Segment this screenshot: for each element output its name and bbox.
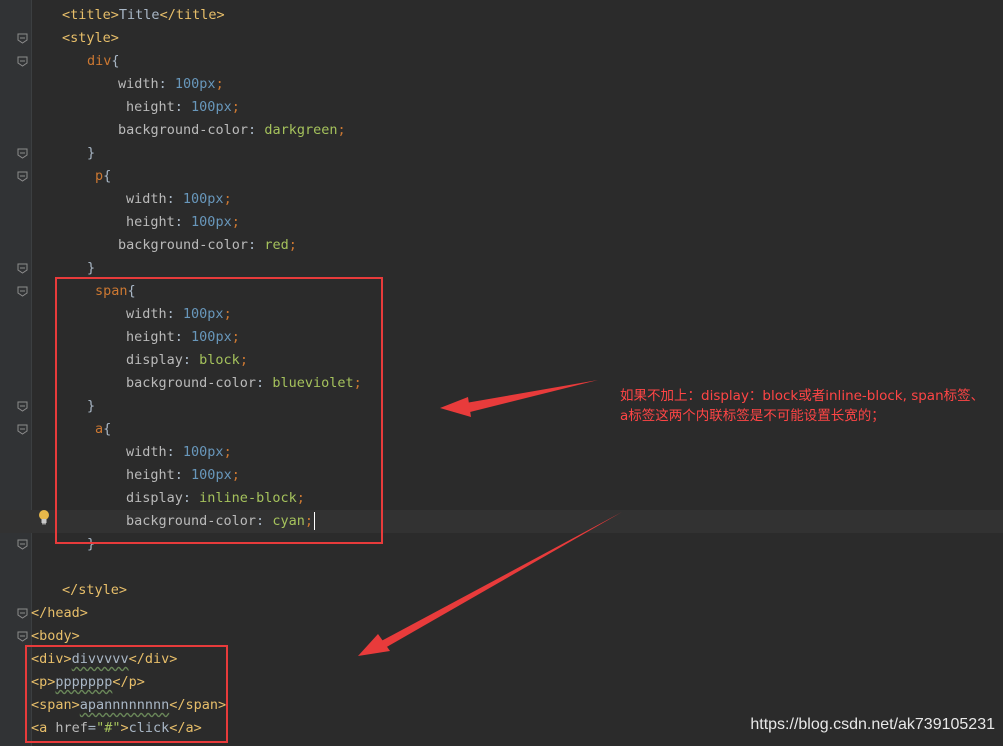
watermark-url: https://blog.csdn.net/ak739105231 (750, 716, 995, 733)
annotation-arrows (358, 380, 622, 656)
arrow-to-body-elements-head (358, 634, 390, 656)
arrow-to-style-rules (460, 380, 598, 414)
annotation-note: 如果不加上：display：block或者inline-block, span标… (620, 388, 985, 424)
arrow-to-body-elements (372, 512, 622, 652)
arrow-to-style-rules-head (440, 397, 471, 417)
